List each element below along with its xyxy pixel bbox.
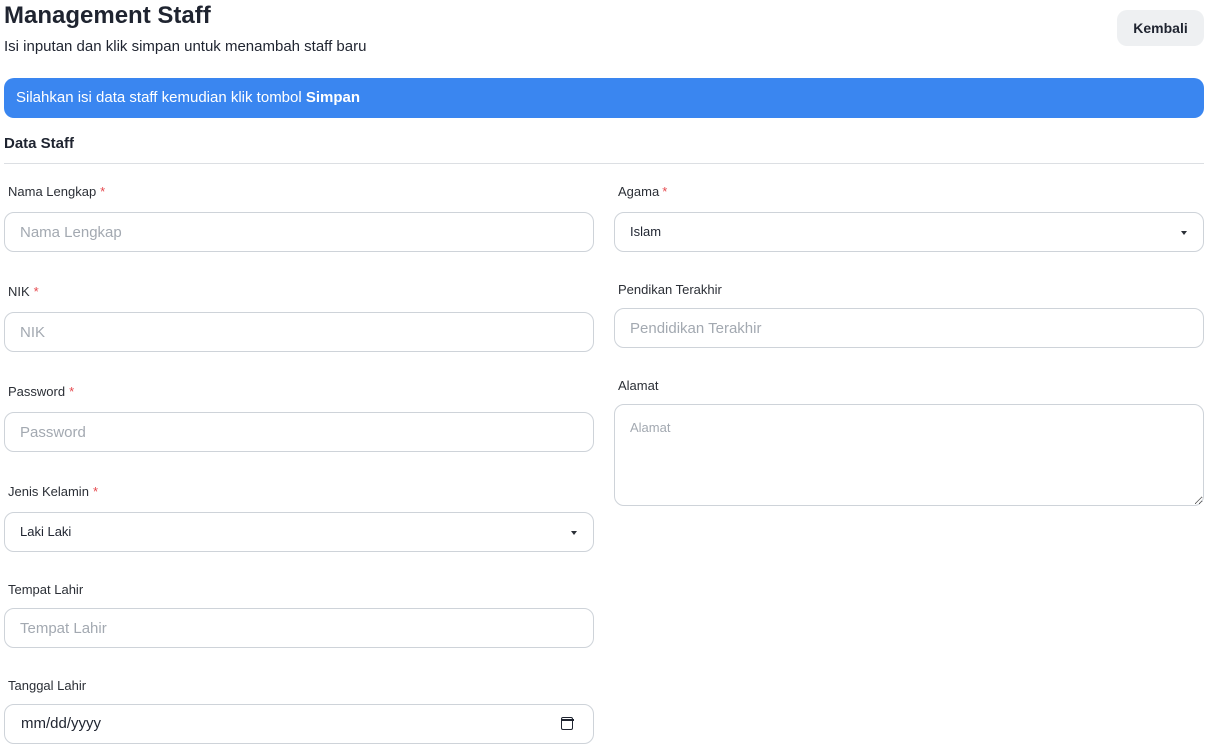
calendar-icon[interactable]: [560, 717, 574, 730]
agama-value: Islam: [630, 224, 662, 239]
required-marker: *: [100, 184, 106, 199]
tanggal-lahir-value: mm/dd/yyyy: [21, 715, 102, 732]
jenis-kelamin-select[interactable]: Laki Laki: [4, 512, 594, 552]
nik-input[interactable]: [4, 312, 594, 352]
section-divider: [4, 163, 1204, 164]
caret-down-icon: [571, 531, 577, 535]
nik-label: NIK *: [8, 284, 39, 299]
caret-down-icon: [1181, 231, 1187, 235]
alamat-textarea[interactable]: [614, 404, 1204, 506]
password-label: Password *: [8, 384, 75, 399]
alamat-label: Alamat: [618, 378, 659, 393]
tempat-lahir-input[interactable]: [4, 608, 594, 648]
page-title: Management Staff: [4, 2, 211, 29]
alert-emphasis: Simpan: [305, 89, 361, 106]
required-marker: *: [33, 284, 39, 299]
jenis-kelamin-value: Laki Laki: [20, 524, 72, 539]
tanggal-lahir-label: Tanggal Lahir: [8, 678, 87, 693]
password-input[interactable]: [4, 412, 594, 452]
section-title: Data Staff: [4, 135, 75, 152]
nama-lengkap-input[interactable]: [4, 212, 594, 252]
page-subtitle: Isi inputan dan klik simpan untuk menamb…: [4, 38, 367, 55]
pendidikan-label: Pendikan Terakhir: [618, 282, 722, 297]
alert-text: Silahkan isi data staff kemudian klik to…: [16, 89, 302, 106]
required-marker: *: [69, 384, 75, 399]
agama-label: Agama *: [618, 184, 668, 199]
required-marker: *: [92, 484, 98, 499]
nama-label: Nama Lengkap *: [8, 184, 106, 199]
required-marker: *: [662, 184, 668, 199]
agama-select[interactable]: Islam: [614, 212, 1204, 252]
back-button[interactable]: Kembali: [1117, 10, 1204, 46]
jenis-kelamin-label: Jenis Kelamin *: [8, 484, 98, 499]
info-alert: Silahkan isi data staff kemudian klik to…: [4, 78, 1204, 118]
pendidikan-terakhir-input[interactable]: [614, 308, 1204, 348]
page-header: Management Staff Isi inputan dan klik si…: [4, 0, 1204, 60]
tanggal-lahir-input[interactable]: mm/dd/yyyy: [4, 704, 594, 744]
tempat-lahir-label: Tempat Lahir: [8, 582, 84, 597]
